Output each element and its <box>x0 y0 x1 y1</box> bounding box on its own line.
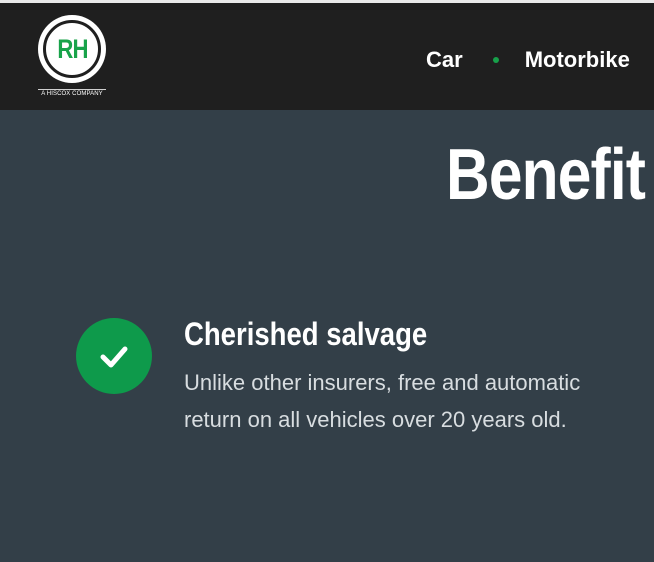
benefit-title: Cherished salvage <box>184 316 428 352</box>
rh-logo[interactable]: RH A HISCOX COMPANY <box>38 15 106 97</box>
nav-link-motorbike[interactable]: Motorbike <box>525 47 630 73</box>
checkmark-icon <box>100 346 128 368</box>
benefit-description: Unlike other insurers, free and automati… <box>184 370 581 432</box>
nav-link-car[interactable]: Car <box>426 47 463 73</box>
site-header: RH A HISCOX COMPANY Car Motorbike <box>0 0 654 110</box>
benefit-check-badge <box>76 318 152 394</box>
logo-tagline: A HISCOX COMPANY <box>38 89 106 97</box>
page: RH A HISCOX COMPANY Car Motorbike Benefi… <box>0 0 654 562</box>
logo-letters: RH <box>56 33 88 64</box>
main-nav: Car Motorbike <box>426 47 630 73</box>
logo-badge: RH <box>38 15 106 83</box>
logo-inner-ring: RH <box>43 20 101 78</box>
section-heading: Benefit <box>446 135 646 215</box>
dot-separator-icon <box>492 57 499 63</box>
